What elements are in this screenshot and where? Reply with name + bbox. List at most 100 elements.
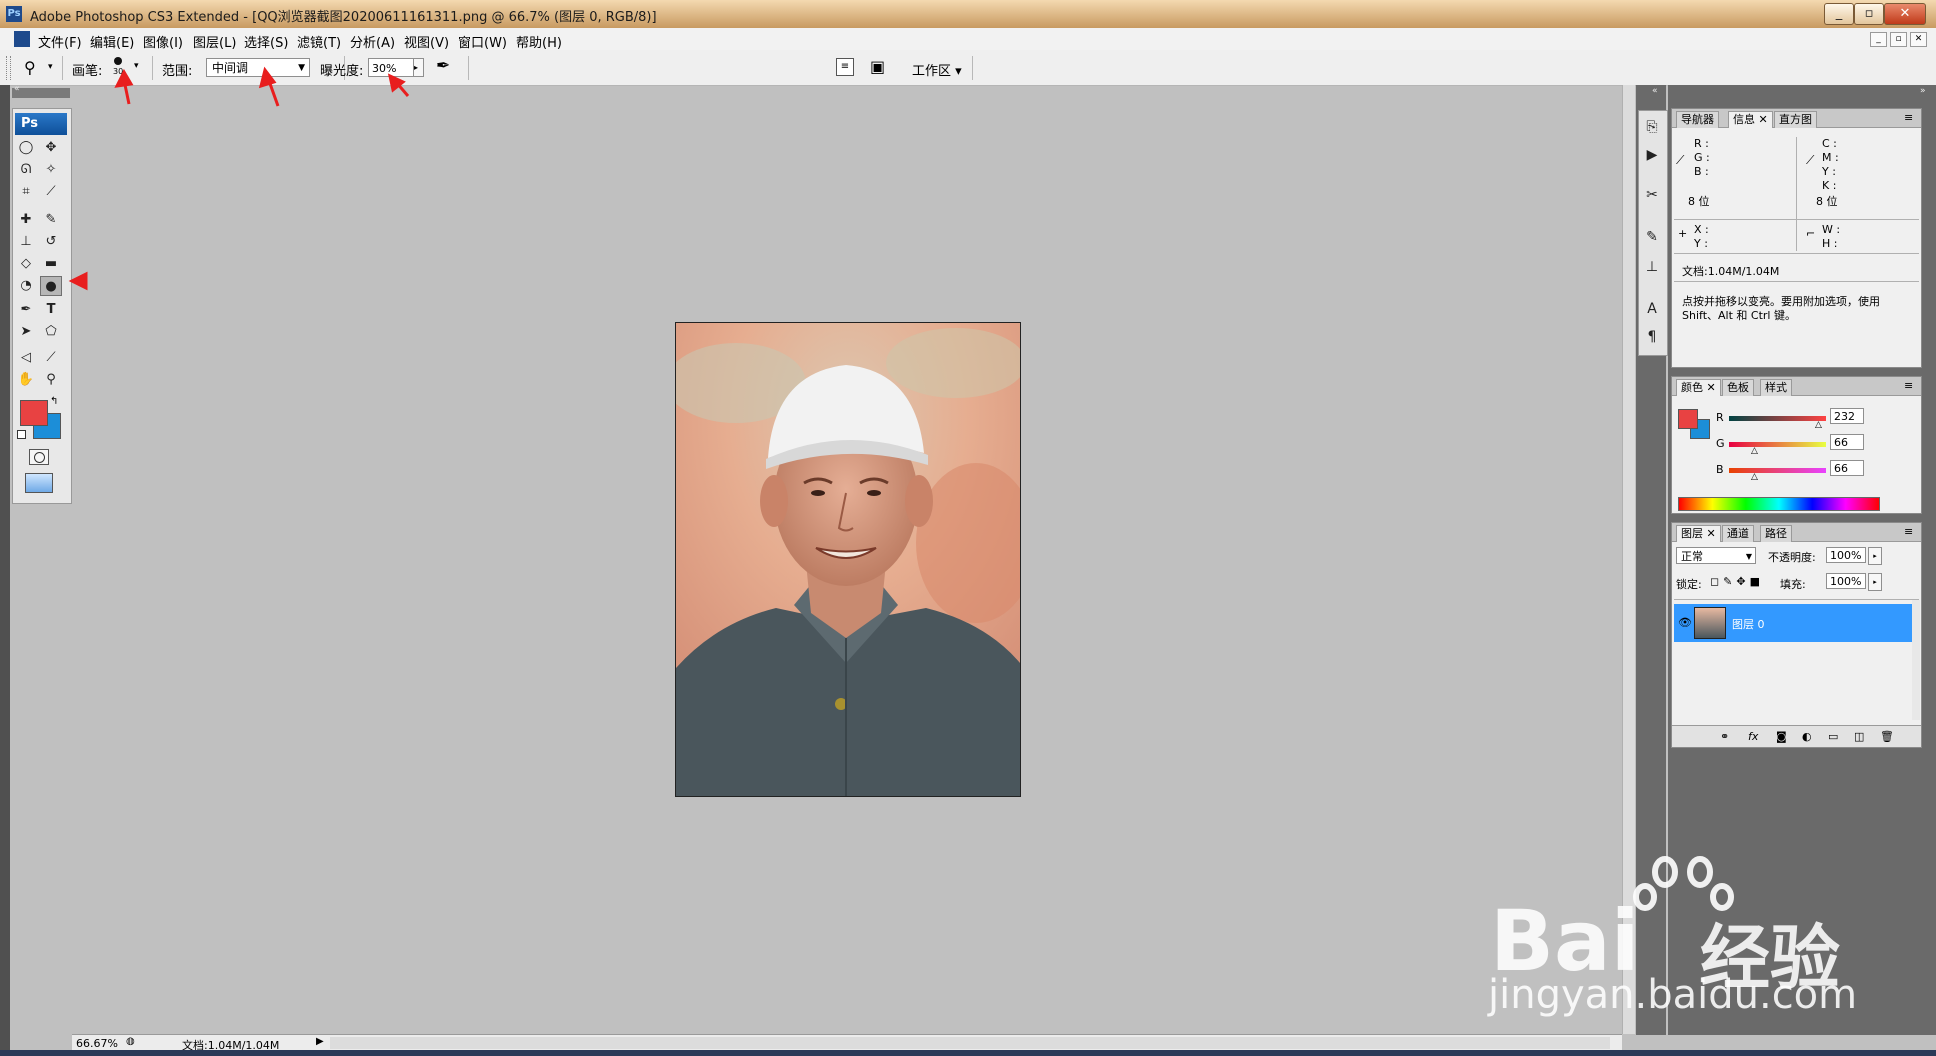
layer-thumbnail bbox=[1694, 607, 1726, 639]
color-panel-tabs: 颜色 ✕ 色板 样式 ≡ bbox=[1672, 377, 1921, 396]
baidu-watermark: Bai 经验 jingyan.baidu.com bbox=[1480, 852, 1900, 1022]
status-icon[interactable]: ◍ bbox=[126, 1036, 135, 1047]
collapse-dock-icon[interactable]: « bbox=[1652, 86, 1658, 96]
panel-menu-icon[interactable]: ≡ bbox=[1904, 379, 1913, 392]
color-b-slider[interactable] bbox=[1729, 468, 1826, 473]
lock-icons[interactable]: ◻✎✥■ bbox=[1710, 575, 1764, 588]
info-y-coord: Y : bbox=[1694, 237, 1708, 250]
info-x: X : bbox=[1694, 223, 1709, 236]
color-r-slider-thumb[interactable]: △ bbox=[1815, 420, 1822, 430]
annotation-arrowhead-range bbox=[258, 66, 277, 89]
layers-footer: ⚭ fx ◙ ◐ ▭ ◫ 🗑 bbox=[1672, 725, 1921, 747]
info-y: Y : bbox=[1822, 165, 1836, 178]
tab-layers-label: 图层 bbox=[1681, 527, 1703, 540]
info-w: W : bbox=[1822, 223, 1841, 236]
blend-mode-value: 正常 bbox=[1681, 550, 1703, 563]
opacity-input[interactable]: 100% bbox=[1826, 547, 1866, 563]
layers-panel-tabs: 图层 ✕ 通道 路径 ≡ bbox=[1672, 523, 1921, 542]
annotation-arrowhead-dodge-tool bbox=[68, 271, 88, 291]
color-g-slider[interactable] bbox=[1729, 442, 1826, 447]
tab-color-label: 颜色 bbox=[1681, 381, 1703, 394]
tab-info-label: 信息 bbox=[1733, 113, 1755, 126]
clone-source-panel-icon[interactable]: ⊥ bbox=[1641, 256, 1663, 278]
adjustment-layer-icon[interactable]: ◐ bbox=[1802, 730, 1812, 743]
fill-label: 填充: bbox=[1780, 578, 1806, 591]
status-menu-arrow-icon[interactable]: ▶ bbox=[316, 1036, 324, 1047]
info-divider bbox=[1674, 281, 1919, 282]
fill-slider-button[interactable]: ▸ bbox=[1868, 573, 1882, 591]
watermark-url: jingyan.baidu.com bbox=[1488, 972, 1858, 1018]
eyedropper-icon: ⟋ bbox=[1806, 153, 1815, 167]
tab-swatches[interactable]: 色板 bbox=[1722, 379, 1754, 396]
character-panel-icon[interactable]: A bbox=[1641, 298, 1663, 320]
info-b: B : bbox=[1694, 165, 1709, 178]
color-g-label: G bbox=[1716, 437, 1725, 450]
fill-input[interactable]: 100% bbox=[1826, 573, 1866, 589]
opacity-slider-button[interactable]: ▸ bbox=[1868, 547, 1882, 565]
opacity-label: 不透明度: bbox=[1768, 551, 1816, 564]
layers-panel: 图层 ✕ 通道 路径 ≡ 正常 ▼ 不透明度: 100% ▸ 锁定: ◻✎✥■ 填… bbox=[1671, 522, 1922, 748]
color-g-slider-thumb[interactable]: △ bbox=[1751, 446, 1758, 456]
new-layer-icon[interactable]: ◫ bbox=[1854, 730, 1864, 743]
info-divider bbox=[1796, 221, 1797, 251]
color-r-slider[interactable] bbox=[1729, 416, 1826, 421]
tab-layers[interactable]: 图层 ✕ bbox=[1676, 525, 1721, 542]
color-b-slider-thumb[interactable]: △ bbox=[1751, 472, 1758, 482]
taskbar-edge bbox=[0, 1050, 1936, 1056]
color-spectrum-bar[interactable] bbox=[1678, 497, 1880, 511]
annotation-arrowhead-brush bbox=[114, 68, 134, 88]
chevron-down-icon: ▼ bbox=[1745, 552, 1752, 561]
zoom-level[interactable]: 66.67% bbox=[76, 1037, 118, 1050]
history-panel-icon[interactable]: ⎘ bbox=[1641, 116, 1663, 138]
info-g: G : bbox=[1694, 151, 1710, 164]
layer-name[interactable]: 图层 0 bbox=[1732, 616, 1765, 632]
panel-menu-icon[interactable]: ≡ bbox=[1904, 525, 1913, 538]
foreground-color-swatch[interactable] bbox=[20, 400, 48, 426]
color-r-label: R bbox=[1716, 411, 1724, 424]
paragraph-panel-icon[interactable]: ¶ bbox=[1641, 326, 1663, 348]
layers-scrollbar[interactable] bbox=[1912, 600, 1920, 720]
actions-panel-icon[interactable]: ▶ bbox=[1641, 144, 1663, 166]
tab-channels[interactable]: 通道 bbox=[1722, 525, 1754, 542]
tab-color[interactable]: 颜色 ✕ bbox=[1676, 379, 1721, 396]
info-doc-size: 文档:1.04M/1.04M bbox=[1682, 265, 1780, 278]
expand-dock-icon[interactable]: » bbox=[1920, 86, 1926, 96]
info-divider bbox=[1796, 137, 1797, 223]
info-panel-tabs: 导航器 信息 ✕ 直方图 ≡ bbox=[1672, 109, 1921, 128]
color-b-value[interactable]: 66 bbox=[1830, 460, 1864, 476]
info-panel: 导航器 信息 ✕ 直方图 ≡ ⟋ R : G : B : 8 位 ⟋ C : M… bbox=[1671, 108, 1922, 368]
trash-icon[interactable]: 🗑 bbox=[1880, 730, 1894, 743]
color-panel-foreground-swatch[interactable] bbox=[1678, 409, 1698, 429]
horizontal-scrollbar[interactable] bbox=[330, 1037, 1610, 1049]
info-bits-left: 8 位 bbox=[1688, 195, 1710, 208]
new-group-icon[interactable]: ▭ bbox=[1828, 730, 1838, 743]
info-m: M : bbox=[1822, 151, 1839, 164]
tab-info[interactable]: 信息 ✕ bbox=[1728, 111, 1773, 128]
panel-menu-icon[interactable]: ≡ bbox=[1904, 111, 1913, 124]
eye-visibility-icon[interactable]: 👁 bbox=[1678, 616, 1692, 629]
layers-divider bbox=[1674, 599, 1919, 600]
eyedropper-icon: ⟋ bbox=[1676, 153, 1685, 167]
layer-style-icon[interactable]: fx bbox=[1748, 730, 1758, 743]
tab-paths[interactable]: 路径 bbox=[1760, 525, 1792, 542]
tool-presets-panel-icon[interactable]: ✂ bbox=[1641, 184, 1663, 206]
tab-styles[interactable]: 样式 bbox=[1760, 379, 1792, 396]
info-divider bbox=[1674, 219, 1919, 220]
layer-row[interactable]: 👁 图层 0 bbox=[1674, 604, 1914, 642]
color-b-label: B bbox=[1716, 463, 1724, 476]
tab-navigator[interactable]: 导航器 bbox=[1676, 111, 1719, 128]
info-r: R : bbox=[1694, 137, 1709, 150]
info-divider bbox=[1674, 253, 1919, 254]
tab-histogram[interactable]: 直方图 bbox=[1774, 111, 1817, 128]
color-panel: 颜色 ✕ 色板 样式 ≡ R △ 232 G △ 66 B △ 66 bbox=[1671, 376, 1922, 514]
link-layers-icon[interactable]: ⚭ bbox=[1720, 730, 1729, 743]
lock-label: 锁定: bbox=[1676, 578, 1702, 591]
color-r-value[interactable]: 232 bbox=[1830, 408, 1864, 424]
crosshair-icon: + bbox=[1678, 227, 1688, 240]
info-h: H : bbox=[1822, 237, 1838, 250]
brushes-panel-icon[interactable]: ✎ bbox=[1641, 226, 1663, 248]
info-k: K : bbox=[1822, 179, 1837, 192]
layer-mask-icon[interactable]: ◙ bbox=[1776, 730, 1787, 743]
blend-mode-select[interactable]: 正常 ▼ bbox=[1676, 547, 1756, 564]
color-g-value[interactable]: 66 bbox=[1830, 434, 1864, 450]
